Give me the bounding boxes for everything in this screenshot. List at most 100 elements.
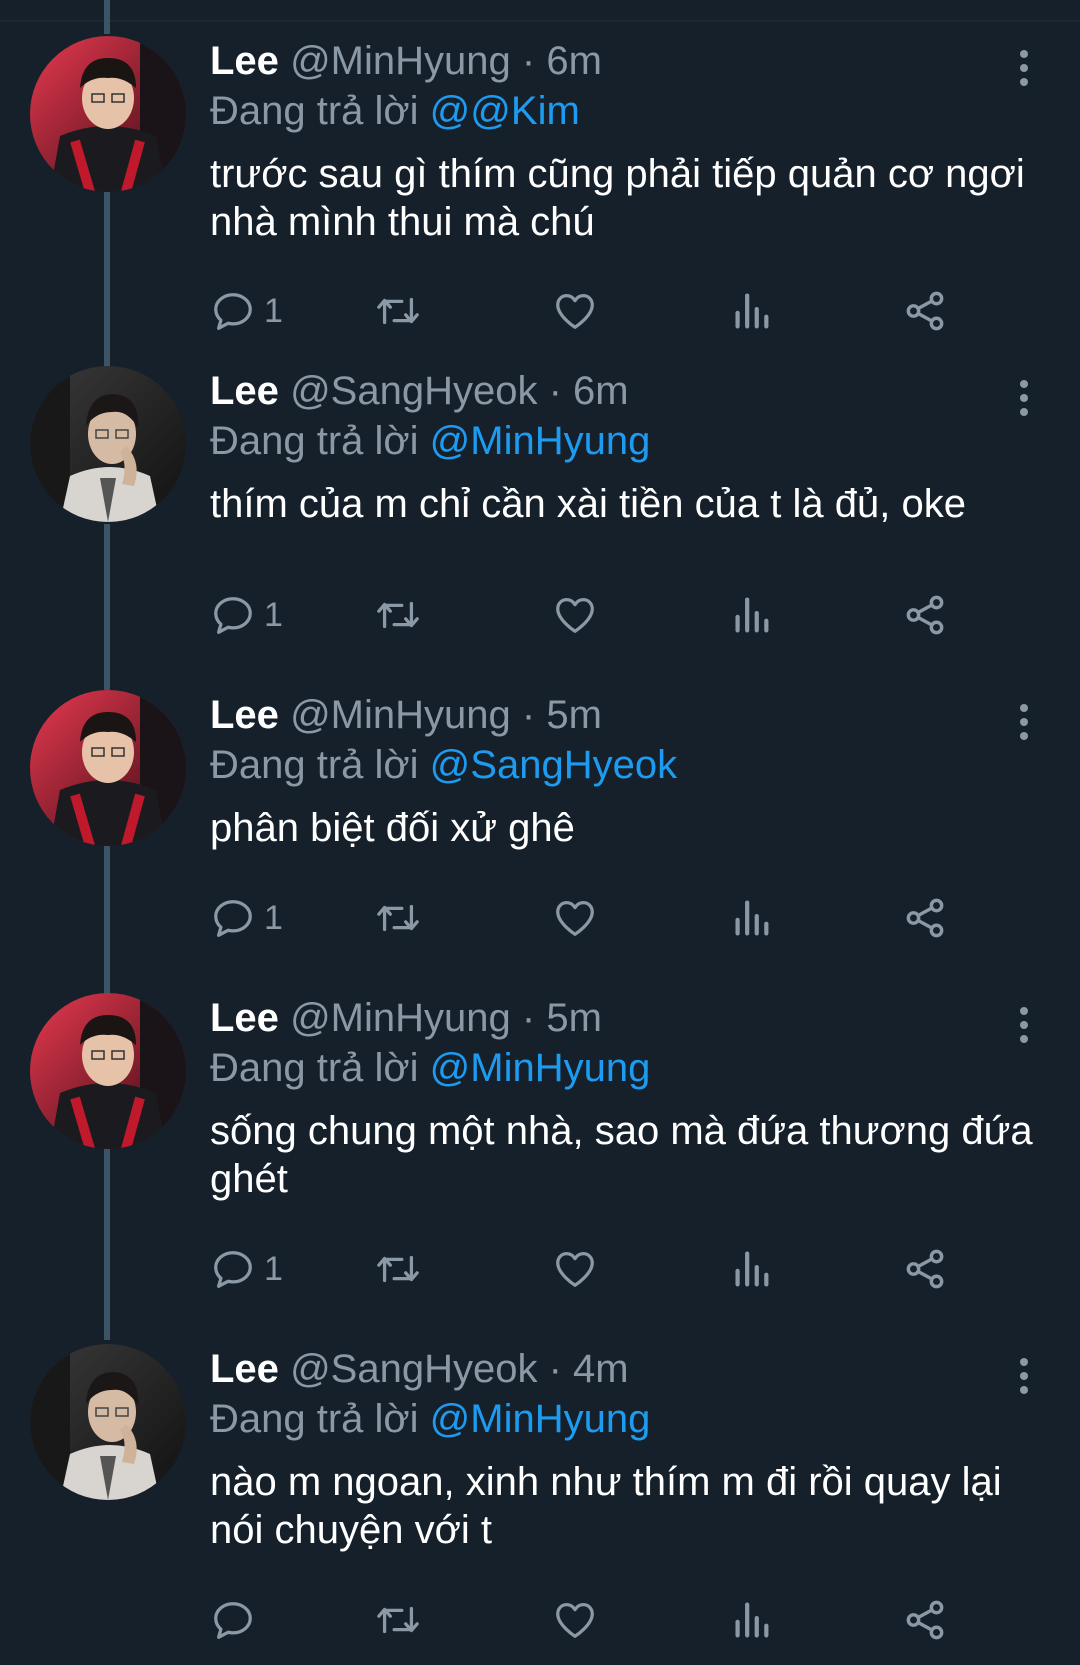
replying-to: Đang trả lời @MinHyung <box>210 1043 1040 1093</box>
thread-line <box>104 180 110 378</box>
display-name[interactable]: Lee <box>210 996 279 1040</box>
more-options-icon[interactable] <box>1016 48 1032 88</box>
reply-button[interactable]: 1 <box>210 893 283 943</box>
user-handle[interactable]: @MinHyung <box>290 39 511 83</box>
tweet-text: sống chung một nhà, sao mà đứa thương đứ… <box>210 1109 1033 1201</box>
reply-count: 1 <box>264 898 283 937</box>
reply-icon <box>210 1597 256 1643</box>
reply-mention-link[interactable]: @MinHyung <box>430 1046 651 1090</box>
like-icon <box>552 288 598 334</box>
retweet-button[interactable] <box>372 590 424 640</box>
retweet-button[interactable] <box>372 1595 424 1645</box>
separator-dot: · <box>548 1347 562 1391</box>
timestamp[interactable]: 5m <box>546 693 602 737</box>
thread-line <box>104 0 110 34</box>
tweet-header: Lee @MinHyung · 6m <box>210 36 1040 86</box>
display-name[interactable]: Lee <box>210 1347 279 1391</box>
tweet-header: Lee @MinHyung · 5m <box>210 993 1040 1043</box>
replying-to-label: Đang trả lời <box>210 419 419 463</box>
user-handle[interactable]: @SangHyeok <box>290 1347 537 1391</box>
views-icon <box>728 895 774 941</box>
retweet-icon <box>372 895 424 941</box>
tweet-text: trước sau gì thím cũng phải tiếp quản cơ… <box>210 152 1025 244</box>
share-button[interactable] <box>902 1244 948 1294</box>
separator-dot: · <box>521 996 536 1040</box>
reply-button[interactable] <box>210 1595 256 1645</box>
avatar[interactable] <box>30 690 186 846</box>
like-button[interactable] <box>552 1595 598 1645</box>
display-name[interactable]: Lee <box>210 39 279 83</box>
display-name[interactable]: Lee <box>210 693 279 737</box>
replying-to-label: Đang trả lời <box>210 743 419 787</box>
retweet-button[interactable] <box>372 893 424 943</box>
thread-line <box>104 1148 110 1340</box>
tweet-text: thím của m chỉ cần xài tiền của t là đủ,… <box>210 482 966 526</box>
replying-to-label: Đang trả lời <box>210 89 419 133</box>
retweet-icon <box>372 1597 424 1643</box>
timestamp[interactable]: 5m <box>546 996 602 1040</box>
reply-icon <box>210 288 256 334</box>
reply-icon <box>210 895 256 941</box>
tweet-header: Lee @SangHyeok · 6m <box>210 366 1040 416</box>
tweet-text: phân biệt đối xử ghê <box>210 806 575 850</box>
more-options-icon[interactable] <box>1016 702 1032 742</box>
reply-icon <box>210 592 256 638</box>
more-options-icon[interactable] <box>1016 378 1032 418</box>
like-button[interactable] <box>552 893 598 943</box>
reply-mention-link[interactable]: @MinHyung <box>430 419 651 463</box>
like-button[interactable] <box>552 1244 598 1294</box>
avatar[interactable] <box>30 36 186 192</box>
views-icon <box>728 592 774 638</box>
share-icon <box>902 288 948 334</box>
tweet-header: Lee @MinHyung · 5m <box>210 690 1040 740</box>
reply-mention-link[interactable]: @MinHyung <box>430 1397 651 1441</box>
reply-button[interactable]: 1 <box>210 1244 283 1294</box>
action-bar: 1 <box>210 893 1020 943</box>
display-name[interactable]: Lee <box>210 369 279 413</box>
views-button[interactable] <box>728 1595 774 1645</box>
share-icon <box>902 1246 948 1292</box>
avatar[interactable] <box>30 1344 186 1500</box>
more-options-icon[interactable] <box>1016 1356 1032 1396</box>
views-button[interactable] <box>728 286 774 336</box>
action-bar: 1 <box>210 1244 1020 1294</box>
timestamp[interactable]: 4m <box>573 1347 629 1391</box>
share-button[interactable] <box>902 1595 948 1645</box>
reply-mention-link[interactable]: @SangHyeok <box>430 743 677 787</box>
share-button[interactable] <box>902 286 948 336</box>
separator-dot: · <box>521 693 536 737</box>
share-icon <box>902 1597 948 1643</box>
reply-mention-link[interactable]: @@Kim <box>430 89 580 133</box>
like-button[interactable] <box>552 590 598 640</box>
views-button[interactable] <box>728 590 774 640</box>
share-icon <box>902 895 948 941</box>
user-handle[interactable]: @MinHyung <box>290 693 511 737</box>
reply-icon <box>210 1246 256 1292</box>
replying-to-label: Đang trả lời <box>210 1046 419 1090</box>
reply-button[interactable]: 1 <box>210 590 283 640</box>
user-handle[interactable]: @MinHyung <box>290 996 511 1040</box>
tweet-header: Lee @SangHyeok · 4m <box>210 1344 1040 1394</box>
share-button[interactable] <box>902 893 948 943</box>
retweet-icon <box>372 592 424 638</box>
replying-to: Đang trả lời @SangHyeok <box>210 740 1040 790</box>
replying-to: Đang trả lời @@Kim <box>210 86 1040 136</box>
timestamp[interactable]: 6m <box>546 39 602 83</box>
timestamp[interactable]: 6m <box>573 369 629 413</box>
more-options-icon[interactable] <box>1016 1005 1032 1045</box>
retweet-button[interactable] <box>372 286 424 336</box>
user-handle[interactable]: @SangHyeok <box>290 369 537 413</box>
like-button[interactable] <box>552 286 598 336</box>
reply-count: 1 <box>264 1249 283 1288</box>
avatar[interactable] <box>30 366 186 522</box>
share-icon <box>902 592 948 638</box>
avatar[interactable] <box>30 993 186 1149</box>
share-button[interactable] <box>902 590 948 640</box>
replying-to-label: Đang trả lời <box>210 1397 419 1441</box>
retweet-icon <box>372 1246 424 1292</box>
views-button[interactable] <box>728 893 774 943</box>
reply-button[interactable]: 1 <box>210 286 283 336</box>
replying-to: Đang trả lời @MinHyung <box>210 1394 1040 1444</box>
retweet-button[interactable] <box>372 1244 424 1294</box>
views-button[interactable] <box>728 1244 774 1294</box>
